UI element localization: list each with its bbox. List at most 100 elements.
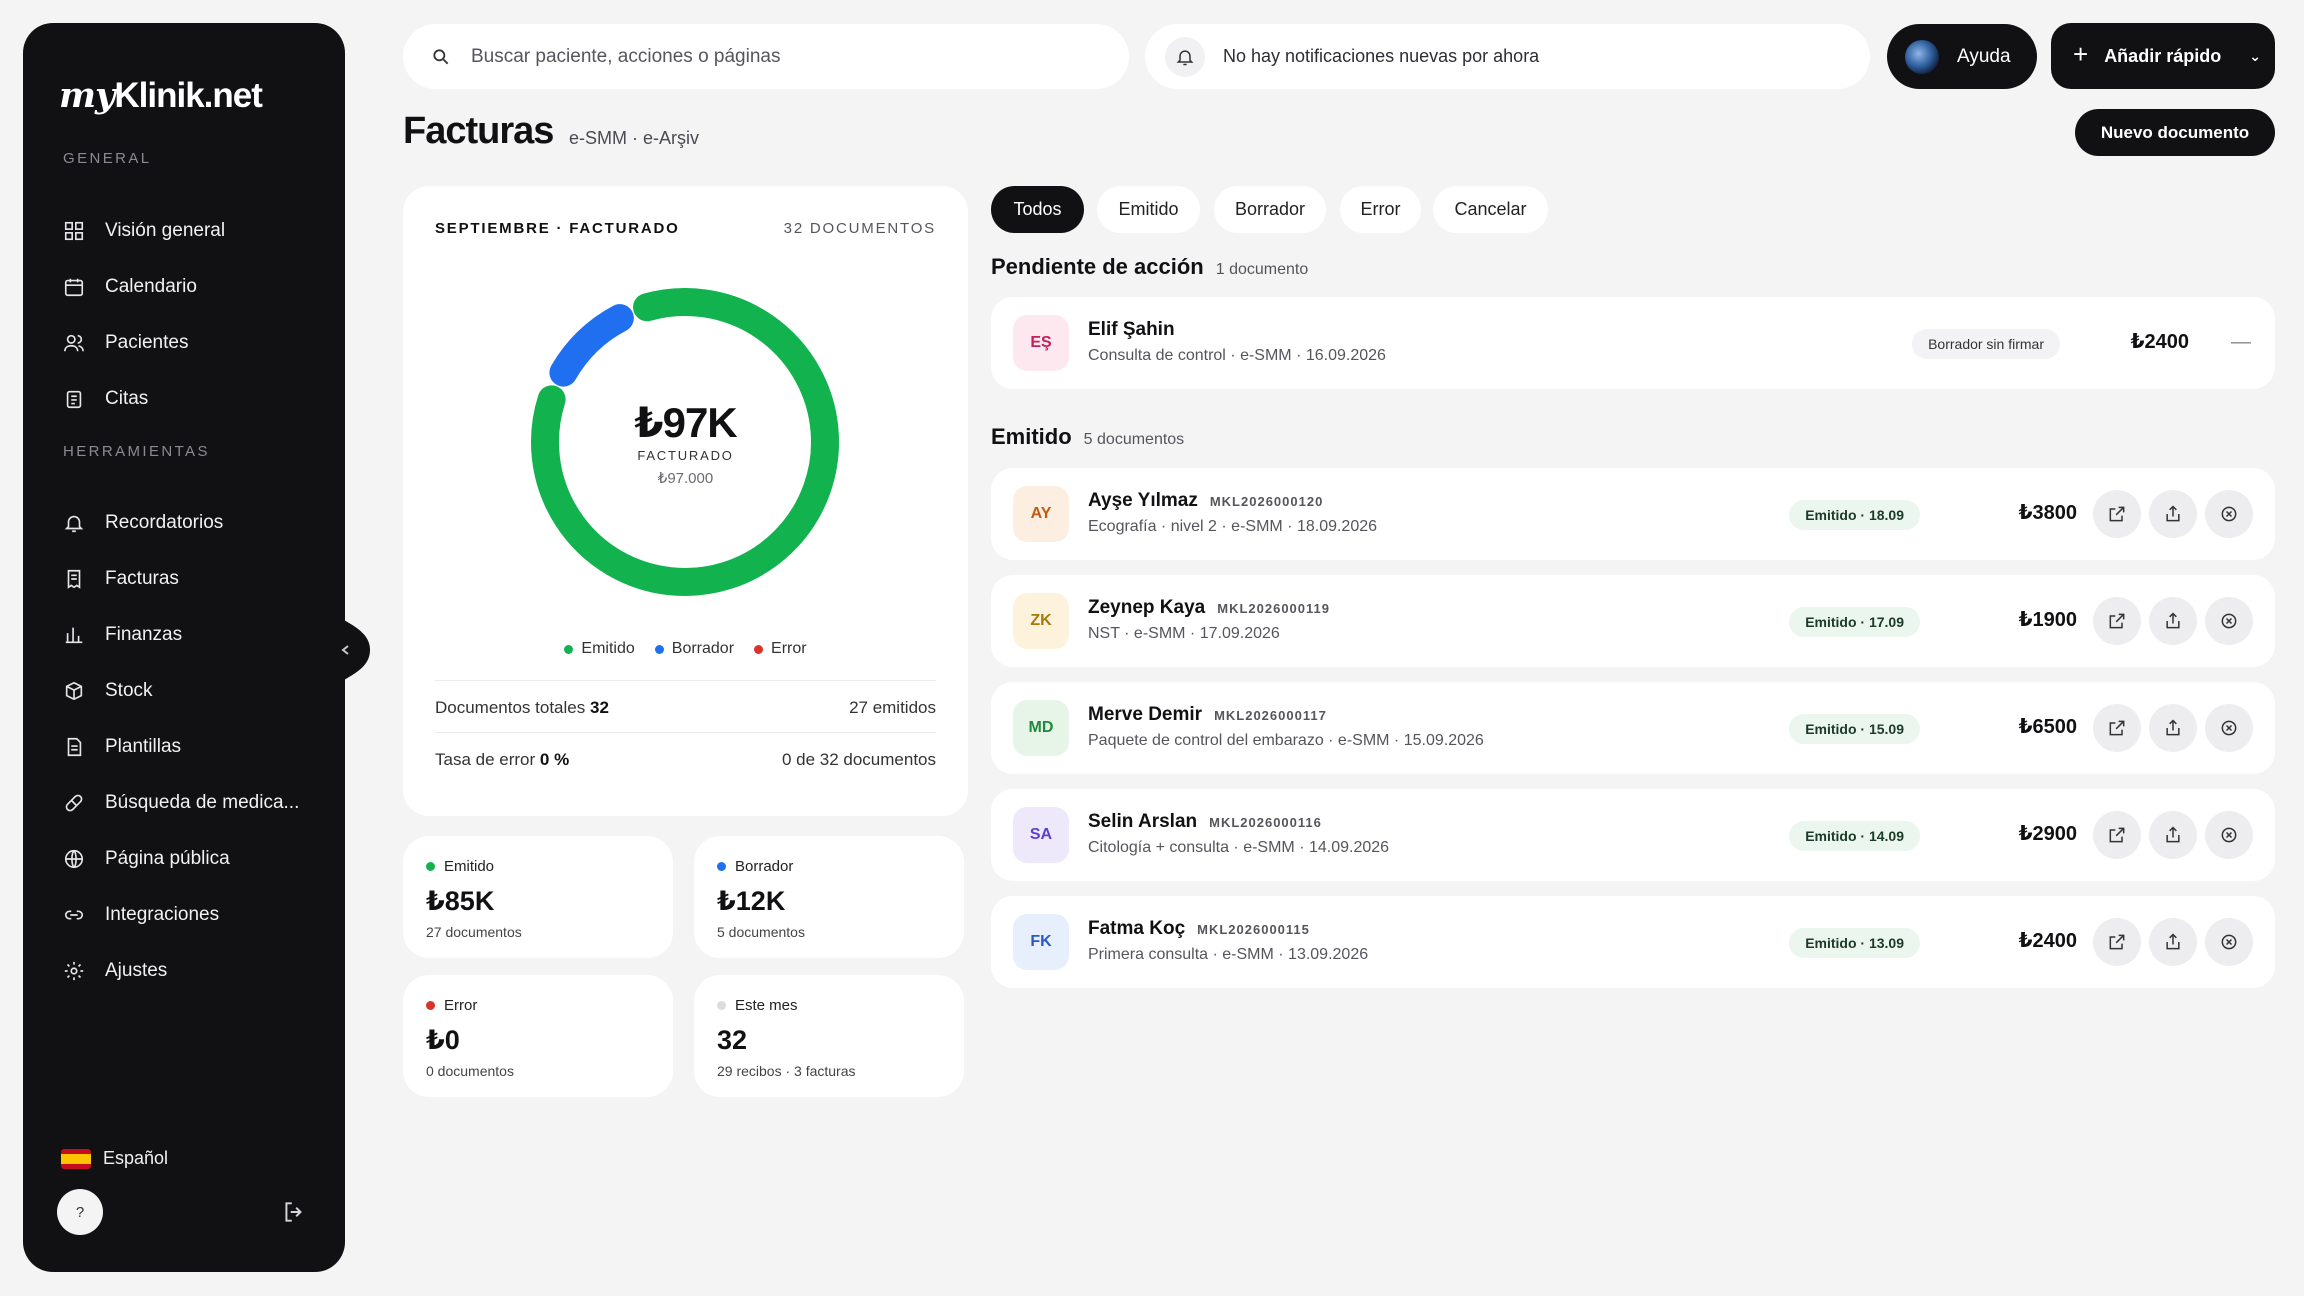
sidebar-item-calendar[interactable]: Calendario (63, 267, 323, 307)
pending-invoice-row[interactable]: EŞ Elif Şahin Consulta de control · e-SM… (991, 297, 2275, 389)
sidebar-item-templates[interactable]: Plantillas (63, 727, 323, 767)
share-icon[interactable] (2149, 918, 2197, 966)
filter-tab-draft[interactable]: Borrador (1214, 186, 1326, 233)
stat-card-borrador[interactable]: Borrador ₺12K 5 documentos (694, 836, 964, 958)
pending-section-title: Pendiente de acción 1 documento (991, 254, 1309, 279)
document-icon (63, 736, 85, 758)
issued-invoice-row[interactable]: FK Fatma Koç MKL2026000115 Primera consul… (991, 896, 2275, 988)
sidebar-item-public-page[interactable]: Página pública (63, 839, 323, 879)
sidebar-item-label: Facturas (105, 568, 179, 589)
search-bar[interactable] (403, 24, 1129, 89)
sidebar-item-invoices[interactable]: Facturas (63, 559, 323, 599)
sidebar-item-medication-search[interactable]: Búsqueda de medica... (63, 783, 323, 823)
sidebar-item-overview[interactable]: Visión general (63, 211, 323, 251)
avatar: FK (1013, 914, 1069, 970)
issued-invoice-row[interactable]: ZK Zeynep Kaya MKL2026000119 NST · e-SMM … (991, 575, 2275, 667)
invoice-description: Citología + consulta · e-SMM · 14.09.202… (1088, 839, 1390, 856)
filter-tab-issued[interactable]: Emitido (1097, 186, 1200, 233)
brand-logo[interactable]: myKlinik.net (59, 75, 263, 116)
donut-total-label: FACTURADO (637, 448, 734, 463)
cancel-circle-icon[interactable] (2205, 597, 2253, 645)
cancel-circle-icon[interactable] (2205, 918, 2253, 966)
avatar: EŞ (1013, 315, 1069, 371)
sidebar: myKlinik.net GENERAL Visión general Cale… (23, 23, 345, 1272)
sidebar-item-patients[interactable]: Pacientes (63, 323, 323, 363)
status-badge: Emitido · 15.09 (1789, 714, 1920, 744)
calendar-icon (63, 276, 85, 298)
sidebar-item-finances[interactable]: Finanzas (63, 615, 323, 655)
sidebar-item-stock[interactable]: Stock (63, 671, 323, 711)
issued-invoice-row[interactable]: SA Selin Arslan MKL2026000116 Citología +… (991, 789, 2275, 881)
sidebar-item-label: Finanzas (105, 624, 183, 645)
help-avatar-button[interactable]: Ayuda (1887, 24, 2037, 89)
quick-add-button[interactable]: + Añadir rápido ⌄ (2051, 23, 2275, 89)
patient-name: Elif Şahin (1088, 319, 1175, 340)
donut-legend: Emitido Borrador Error (403, 640, 968, 658)
donut-segment-borrador (549, 304, 634, 387)
share-icon[interactable] (2149, 490, 2197, 538)
open-external-icon[interactable] (2093, 597, 2141, 645)
new-document-button[interactable]: Nuevo documento (2075, 109, 2275, 156)
cancel-circle-icon[interactable] (2205, 490, 2253, 538)
cancel-circle-icon[interactable] (2205, 811, 2253, 859)
page-subtitle: e-SMM · e-Arşiv (569, 128, 699, 148)
status-badge: Emitido · 18.09 (1789, 500, 1920, 530)
stat-card-error[interactable]: Error ₺0 0 documentos (403, 975, 673, 1097)
issued-invoice-row[interactable]: AY Ayşe Yılmaz MKL2026000120 Ecografía · … (991, 468, 2275, 560)
language-label: Español (103, 1148, 169, 1168)
help-button-label: Ayuda (1957, 45, 2011, 67)
legend-item-emitido: Emitido (564, 640, 635, 658)
invoice-ref: MKL2026000115 (1197, 922, 1310, 937)
cancel-circle-icon[interactable] (2205, 704, 2253, 752)
sidebar-item-label: Plantillas (105, 736, 182, 757)
stat-card-emitido[interactable]: Emitido ₺85K 27 documentos (403, 836, 673, 958)
filter-tab-cancel[interactable]: Cancelar (1433, 186, 1548, 233)
users-icon (63, 332, 85, 354)
more-dash-icon[interactable]: — (2231, 331, 2251, 354)
filter-tab-all[interactable]: Todos (991, 186, 1084, 233)
summary-period: SEPTIEMBRE · FACTURADO (435, 220, 680, 237)
invoice-description: Consulta de control · e-SMM · 16.09.2026 (1088, 347, 1386, 364)
open-external-icon[interactable] (2093, 704, 2141, 752)
share-icon[interactable] (2149, 597, 2197, 645)
sidebar-item-appointments[interactable]: Citas (63, 379, 323, 419)
filter-tab-error[interactable]: Error (1340, 186, 1421, 233)
invoice-amount: ₺2400 (2130, 331, 2189, 353)
sidebar-item-settings[interactable]: Ajustes (63, 951, 323, 991)
donut-total-exact: ₺97.000 (657, 470, 714, 487)
open-external-icon[interactable] (2093, 918, 2141, 966)
search-input[interactable] (471, 45, 1071, 68)
sidebar-item-label: Pacientes (105, 332, 189, 353)
globe-icon (63, 848, 85, 870)
help-button[interactable]: ? (57, 1189, 103, 1235)
stat-card-this-month[interactable]: Este mes 32 29 recibos · 3 facturas (694, 975, 964, 1097)
patient-name: Zeynep Kaya MKL2026000119 (1088, 597, 1330, 618)
link-icon (63, 904, 85, 926)
sidebar-item-label: Visión general (105, 220, 226, 241)
invoice-amount: ₺3800 (2018, 502, 2077, 524)
quick-add-label: Añadir rápido (2104, 45, 2222, 66)
sidebar-item-reminders[interactable]: Recordatorios (63, 503, 323, 543)
legend-item-error: Error (754, 640, 807, 658)
search-icon (433, 48, 449, 64)
invoice-amount: ₺2900 (2018, 823, 2077, 845)
logout-icon[interactable] (281, 1199, 307, 1225)
avatar (1905, 39, 1939, 74)
sidebar-item-label: Búsqueda de medica... (105, 792, 300, 813)
notification-bar[interactable]: No hay notificaciones nuevas por ahora (1145, 24, 1870, 89)
sidebar-collapse-toggle[interactable] (318, 590, 370, 710)
patient-name: Merve Demir MKL2026000117 (1088, 704, 1327, 725)
status-badge: Emitido · 13.09 (1789, 928, 1920, 958)
sidebar-item-integrations[interactable]: Integraciones (63, 895, 323, 935)
invoice-ref: MKL2026000120 (1209, 494, 1324, 509)
language-selector[interactable]: Español (61, 1148, 168, 1169)
share-icon[interactable] (2149, 811, 2197, 859)
share-icon[interactable] (2149, 704, 2197, 752)
status-badge: Emitido · 17.09 (1789, 607, 1920, 637)
open-external-icon[interactable] (2093, 811, 2141, 859)
issued-invoice-row[interactable]: MD Merve Demir MKL2026000117 Paquete de c… (991, 682, 2275, 774)
grid-icon (63, 220, 85, 242)
sidebar-item-label: Stock (105, 680, 153, 701)
open-external-icon[interactable] (2093, 490, 2141, 538)
bar-chart-icon (63, 624, 85, 646)
